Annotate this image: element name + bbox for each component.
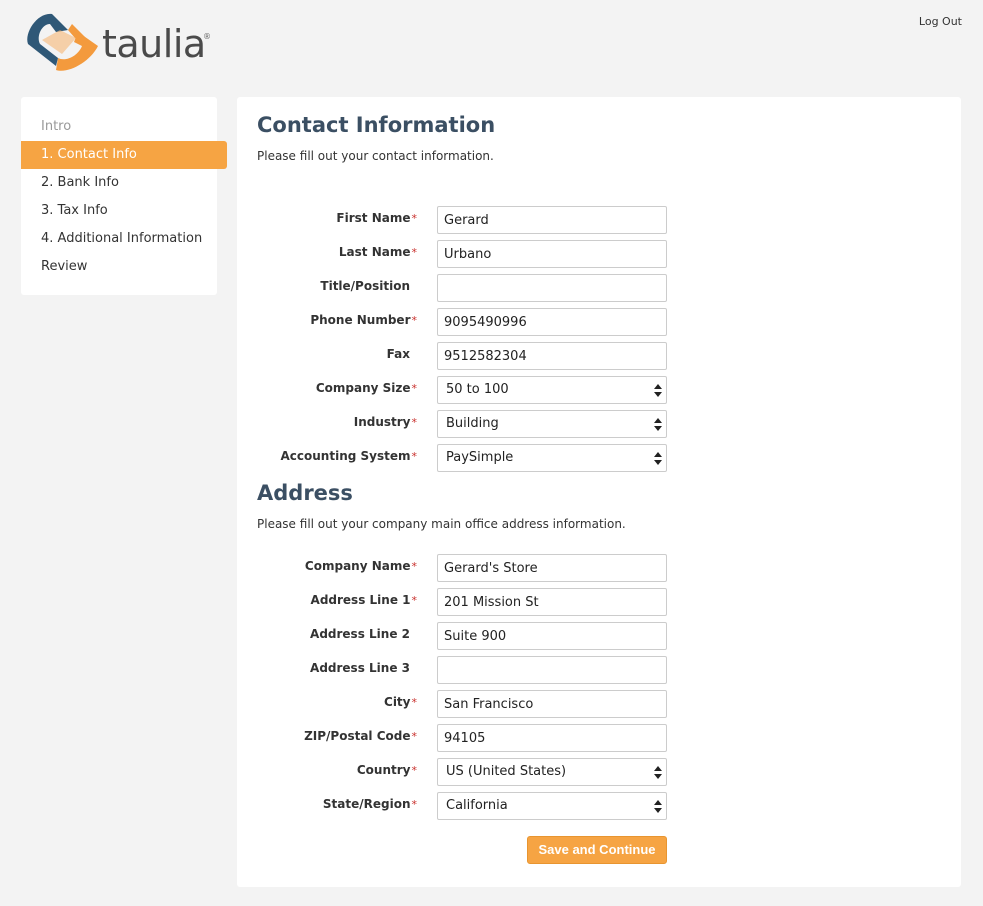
sidebar-item-additional-information[interactable]: 4. Additional Information	[21, 225, 217, 253]
company-name-row: Company Name*	[237, 554, 961, 582]
title-position-row: Title/Position	[237, 274, 961, 302]
select-arrows-icon	[654, 418, 662, 431]
sidebar-item-review[interactable]: Review	[21, 253, 217, 281]
required-marker: *	[411, 382, 418, 395]
address-line-1-label: Address Line 1*	[310, 593, 418, 607]
first-name-label: First Name*	[336, 211, 417, 225]
address-line-2-label: Address Line 2	[310, 627, 410, 641]
accounting-system-select[interactable]: PaySimple	[437, 444, 667, 472]
city-label: City*	[384, 695, 417, 709]
industry-select[interactable]: Building	[437, 410, 667, 438]
required-marker: *	[411, 730, 418, 743]
company-size-row: Company Size* 50 to 100	[237, 376, 961, 404]
sidebar-nav: Intro 1. Contact Info 2. Bank Info 3. Ta…	[21, 97, 227, 295]
address-line-3-label: Address Line 3	[310, 661, 410, 675]
required-marker: *	[411, 416, 418, 429]
taulia-logo-icon	[27, 13, 98, 71]
sidebar-item-contact-info[interactable]: 1. Contact Info	[21, 141, 227, 169]
state-region-select[interactable]: California	[437, 792, 667, 820]
save-and-continue-button[interactable]: Save and Continue	[527, 836, 667, 864]
fax-field[interactable]	[437, 342, 667, 370]
address-line-2-row: Address Line 2	[237, 622, 961, 650]
required-marker: *	[411, 696, 418, 709]
country-value: US (United States)	[446, 764, 567, 779]
fax-label: Fax	[386, 347, 410, 361]
city-row: City*	[237, 690, 961, 718]
title-position-label: Title/Position	[320, 279, 410, 293]
phone-number-label: Phone Number*	[310, 313, 417, 327]
address-section-title: Address	[257, 481, 353, 505]
taulia-logo: taulia ®	[20, 10, 220, 76]
select-arrows-icon	[654, 766, 662, 779]
company-name-field[interactable]	[437, 554, 667, 582]
select-arrows-icon	[654, 800, 662, 813]
required-marker: *	[411, 560, 418, 573]
city-field[interactable]	[437, 690, 667, 718]
main-form-panel: Contact Information Please fill out your…	[237, 97, 961, 887]
zip-postal-code-row: ZIP/Postal Code*	[237, 724, 961, 752]
country-select[interactable]: US (United States)	[437, 758, 667, 786]
fax-row: Fax	[237, 342, 961, 370]
address-line-2-field[interactable]	[437, 622, 667, 650]
address-line-1-row: Address Line 1*	[237, 588, 961, 616]
address-line-3-field[interactable]	[437, 656, 667, 684]
company-name-label: Company Name*	[304, 559, 418, 573]
required-marker: *	[411, 764, 418, 777]
required-marker: *	[411, 594, 418, 607]
select-arrows-icon	[654, 384, 662, 397]
first-name-row: First Name*	[237, 206, 961, 234]
contact-section-description: Please fill out your contact information…	[257, 149, 494, 163]
industry-row: Industry* Building	[237, 410, 961, 438]
zip-postal-code-label: ZIP/Postal Code*	[304, 729, 417, 743]
company-size-value: 50 to 100	[446, 382, 509, 397]
last-name-row: Last Name*	[237, 240, 961, 268]
required-marker: *	[411, 798, 418, 811]
state-region-value: California	[446, 798, 508, 813]
brand-name: taulia	[102, 22, 206, 66]
country-label: Country*	[356, 763, 418, 777]
accounting-system-value: PaySimple	[446, 450, 514, 465]
accounting-system-label: Accounting System*	[280, 449, 418, 463]
state-region-label: State/Region*	[322, 797, 418, 811]
required-marker: *	[411, 212, 418, 225]
industry-value: Building	[446, 416, 499, 431]
select-arrows-icon	[654, 452, 662, 465]
first-name-field[interactable]	[437, 206, 667, 234]
accounting-system-row: Accounting System* PaySimple	[237, 444, 961, 472]
logout-link[interactable]: Log Out	[919, 15, 962, 28]
state-region-row: State/Region* California	[237, 792, 961, 820]
last-name-label: Last Name*	[338, 245, 418, 259]
country-row: Country* US (United States)	[237, 758, 961, 786]
last-name-field[interactable]	[437, 240, 667, 268]
required-marker: *	[411, 314, 418, 327]
brand-registered-mark: ®	[203, 32, 211, 41]
industry-label: Industry*	[353, 415, 418, 429]
title-position-field[interactable]	[437, 274, 667, 302]
required-marker: *	[411, 450, 418, 463]
address-line-3-row: Address Line 3	[237, 656, 961, 684]
company-size-label: Company Size*	[315, 381, 418, 395]
sidebar-item-tax-info[interactable]: 3. Tax Info	[21, 197, 217, 225]
phone-number-row: Phone Number*	[237, 308, 961, 336]
address-line-1-field[interactable]	[437, 588, 667, 616]
zip-postal-code-field[interactable]	[437, 724, 667, 752]
company-size-select[interactable]: 50 to 100	[437, 376, 667, 404]
required-marker: *	[411, 246, 418, 259]
sidebar-item-bank-info[interactable]: 2. Bank Info	[21, 169, 217, 197]
contact-section-title: Contact Information	[257, 113, 496, 137]
phone-number-field[interactable]	[437, 308, 667, 336]
address-section-description: Please fill out your company main office…	[257, 517, 626, 531]
sidebar-item-intro[interactable]: Intro	[21, 113, 217, 141]
